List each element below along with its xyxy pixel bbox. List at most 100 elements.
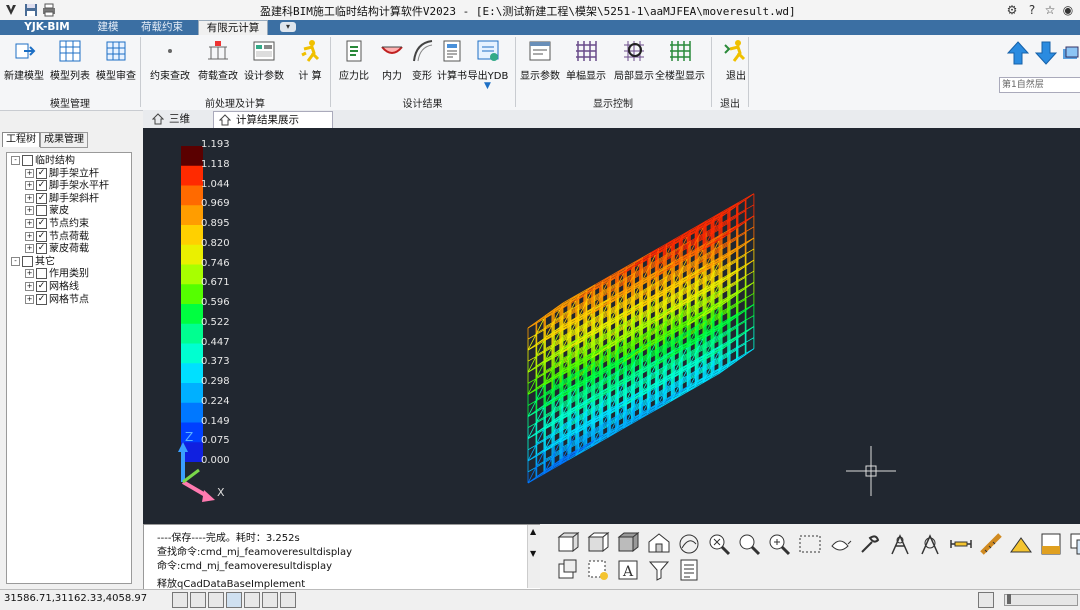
- copy-icon[interactable]: [556, 558, 580, 582]
- collapse-icon[interactable]: -: [11, 156, 20, 165]
- tree-node[interactable]: + ✓ 节点约束: [25, 218, 89, 230]
- polar-toggle-icon[interactable]: [226, 592, 242, 608]
- triangle-icon[interactable]: [1009, 532, 1033, 556]
- ruler-icon[interactable]: [979, 532, 1003, 556]
- expand-icon[interactable]: +: [25, 206, 34, 216]
- tab-calc-result[interactable]: 计算结果展示: [213, 111, 333, 128]
- grid-toggle-icon[interactable]: [190, 592, 206, 608]
- expand-icon[interactable]: +: [25, 231, 34, 241]
- clone-icon[interactable]: [1069, 532, 1080, 556]
- scroll-up-icon[interactable]: ▲: [530, 527, 536, 536]
- tab-project-tree[interactable]: 工程树: [2, 132, 40, 147]
- tree-checkbox[interactable]: [36, 205, 47, 217]
- tree-checkbox[interactable]: [22, 155, 33, 166]
- expand-icon[interactable]: +: [25, 181, 34, 191]
- favorite-star-icon[interactable]: ☆: [1042, 2, 1058, 18]
- tab-modeling[interactable]: 建模: [92, 20, 124, 35]
- filter-icon[interactable]: [647, 558, 671, 582]
- result-viewport[interactable]: 1.193 1.118 1.044 0.969 0.895 0.820 0.746 0.671…: [143, 128, 1080, 524]
- tab-fem-calc[interactable]: 有限元计算: [198, 20, 268, 36]
- layer-icon[interactable]: [1061, 45, 1079, 63]
- tab-results-management[interactable]: 成果管理: [40, 132, 88, 148]
- view-side-icon[interactable]: [586, 532, 610, 556]
- select-window-icon[interactable]: [798, 532, 822, 556]
- tree-node[interactable]: + ✓ 脚手架立杆: [25, 167, 99, 180]
- tree-checkbox[interactable]: ✓: [36, 218, 47, 229]
- ortho-toggle-icon[interactable]: [208, 592, 224, 608]
- expand-icon[interactable]: +: [25, 219, 34, 228]
- view-top-icon[interactable]: [616, 532, 640, 556]
- ribbon-button-constraint[interactable]: 约束查改: [146, 37, 194, 97]
- expand-icon[interactable]: +: [25, 269, 34, 279]
- view-home-icon[interactable]: [647, 532, 671, 556]
- expand-icon[interactable]: +: [25, 294, 34, 304]
- zoom-realtime-icon[interactable]: [767, 532, 791, 556]
- expand-icon[interactable]: +: [25, 168, 34, 178]
- tree-node[interactable]: - 其它: [11, 255, 55, 268]
- ribbon-button-model-check[interactable]: 模型审查: [92, 37, 140, 97]
- object-snap-toggle-icon[interactable]: [244, 592, 260, 608]
- command-input[interactable]: 释放qCadDataBaseImplement: [157, 575, 517, 590]
- angle-toggle-icon[interactable]: [262, 592, 278, 608]
- settings-icon[interactable]: ⚙: [1004, 2, 1020, 18]
- floor-select[interactable]: 第1自然层: [999, 77, 1080, 93]
- view-front-icon[interactable]: [556, 532, 580, 556]
- tab-dropdown-icon[interactable]: ▾: [280, 22, 296, 32]
- tree-node[interactable]: + 作用类别: [25, 268, 89, 280]
- tree-checkbox[interactable]: ✓: [36, 243, 47, 255]
- print-icon[interactable]: [42, 3, 56, 17]
- tree-node[interactable]: + ✓ 脚手架水平杆: [25, 180, 109, 192]
- arrow-down-icon[interactable]: [1035, 41, 1057, 65]
- tree-checkbox[interactable]: [22, 255, 33, 267]
- tree-checkbox[interactable]: ✓: [36, 192, 47, 204]
- teapot-render-icon[interactable]: [828, 532, 852, 556]
- select-box-icon[interactable]: [586, 558, 610, 582]
- zoom-window-icon[interactable]: [737, 532, 761, 556]
- tree-node[interactable]: + ✓ 蒙皮荷载: [25, 243, 89, 255]
- zoom-slider[interactable]: [1004, 594, 1078, 606]
- user-icon[interactable]: ◉: [1060, 2, 1076, 18]
- tree-checkbox[interactable]: ✓: [36, 230, 47, 242]
- tree-node[interactable]: + 蒙皮: [25, 205, 69, 217]
- text-icon[interactable]: A: [616, 558, 640, 582]
- expand-icon[interactable]: +: [25, 244, 34, 254]
- tree-checkbox[interactable]: [36, 268, 47, 280]
- dynamic-input-toggle-icon[interactable]: [280, 592, 296, 608]
- export-dropdown-icon[interactable]: ▼: [484, 81, 491, 91]
- save-icon[interactable]: [24, 3, 38, 17]
- expand-icon[interactable]: +: [25, 193, 34, 203]
- tree-checkbox[interactable]: ✓: [36, 167, 47, 179]
- tree-node[interactable]: + ✓ 脚手架斜杆: [25, 192, 99, 205]
- help-icon[interactable]: ?: [1024, 2, 1040, 18]
- tree-node[interactable]: + ✓ 网格线: [25, 281, 79, 293]
- document-list-icon[interactable]: [677, 558, 701, 582]
- zoom-extents-icon[interactable]: [707, 532, 731, 556]
- tab-load-constraint[interactable]: 荷载约束: [134, 20, 190, 35]
- ribbon-button-single-frame[interactable]: 单榀显示: [562, 37, 610, 97]
- tree-node[interactable]: - 临时结构: [11, 155, 75, 167]
- tab-brand[interactable]: YJK-BIM: [12, 20, 82, 35]
- ribbon-button-exit-runner[interactable]: 退出: [712, 37, 760, 97]
- tree-node[interactable]: + ✓ 节点荷载: [25, 230, 89, 243]
- measure-point-icon[interactable]: [888, 532, 912, 556]
- command-scrollbar[interactable]: ▲ ▼: [527, 525, 540, 588]
- tab-3d-view[interactable]: 三维: [147, 111, 215, 127]
- dimension-icon[interactable]: [949, 532, 973, 556]
- wrench-icon[interactable]: [858, 532, 882, 556]
- snap-toggle-icon[interactable]: [172, 592, 188, 608]
- tree-checkbox[interactable]: ✓: [36, 293, 47, 305]
- collapse-icon[interactable]: -: [11, 256, 20, 266]
- tree-checkbox[interactable]: ✓: [36, 180, 47, 192]
- zoom-slider-handle[interactable]: [1007, 594, 1011, 604]
- arrow-up-icon[interactable]: [1007, 41, 1029, 65]
- tree-checkbox[interactable]: ✓: [36, 281, 47, 292]
- scroll-down-icon[interactable]: ▼: [530, 549, 536, 558]
- expand-icon[interactable]: +: [25, 282, 34, 291]
- tree-node[interactable]: + ✓ 网格节点: [25, 293, 89, 306]
- orbit-icon[interactable]: [677, 532, 701, 556]
- window-toggle-icon[interactable]: [978, 592, 994, 608]
- measure-circle-icon[interactable]: [918, 532, 942, 556]
- dwg-export-icon[interactable]: [1039, 532, 1063, 556]
- ribbon-button-full-model[interactable]: 全楼型显示: [655, 37, 705, 97]
- scaffold-mesh-display[interactable]: [143, 128, 1080, 524]
